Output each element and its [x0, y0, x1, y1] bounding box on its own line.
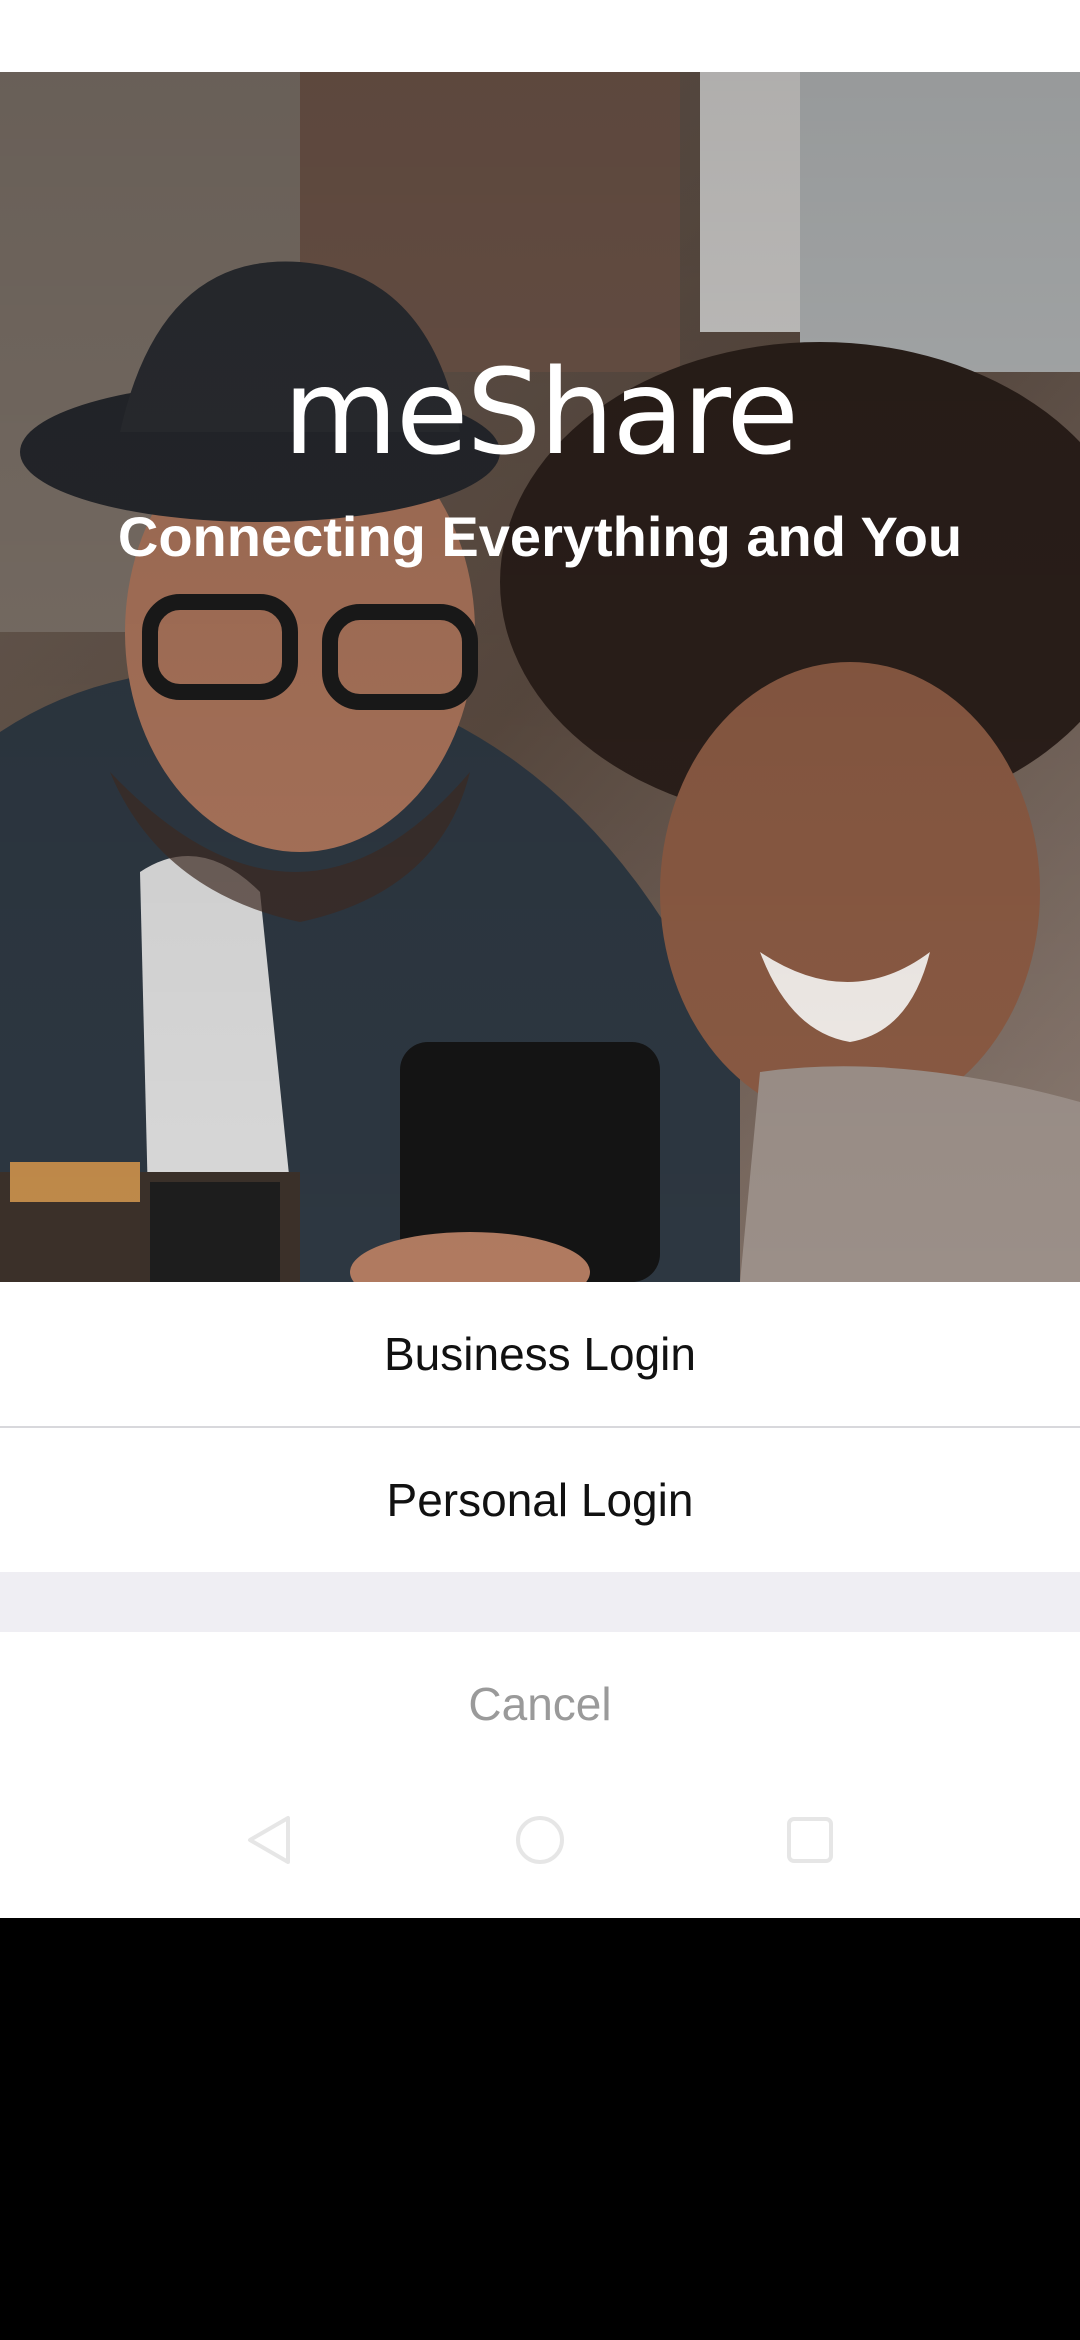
- business-login-button[interactable]: Business Login: [0, 1282, 1080, 1426]
- recent-apps-icon[interactable]: [780, 1810, 840, 1870]
- hero-photo: [0, 72, 1080, 1282]
- tagline: Connecting Everything and You: [117, 505, 963, 568]
- status-bar: [0, 0, 1080, 72]
- system-navigation-bar: [0, 1776, 1080, 1918]
- home-icon[interactable]: [510, 1810, 570, 1870]
- sheet-gap: [0, 1572, 1080, 1632]
- login-action-sheet: Business Login Personal Login Cancel: [0, 1282, 1080, 1918]
- personal-login-button[interactable]: Personal Login: [0, 1428, 1080, 1572]
- hero-banner: meShare Connecting Everything and You: [0, 72, 1080, 1282]
- brand-logo: meShare: [282, 343, 799, 481]
- back-icon[interactable]: [240, 1810, 300, 1870]
- cancel-button[interactable]: Cancel: [0, 1632, 1080, 1776]
- app-screen: meShare Connecting Everything and You Bu…: [0, 0, 1080, 2340]
